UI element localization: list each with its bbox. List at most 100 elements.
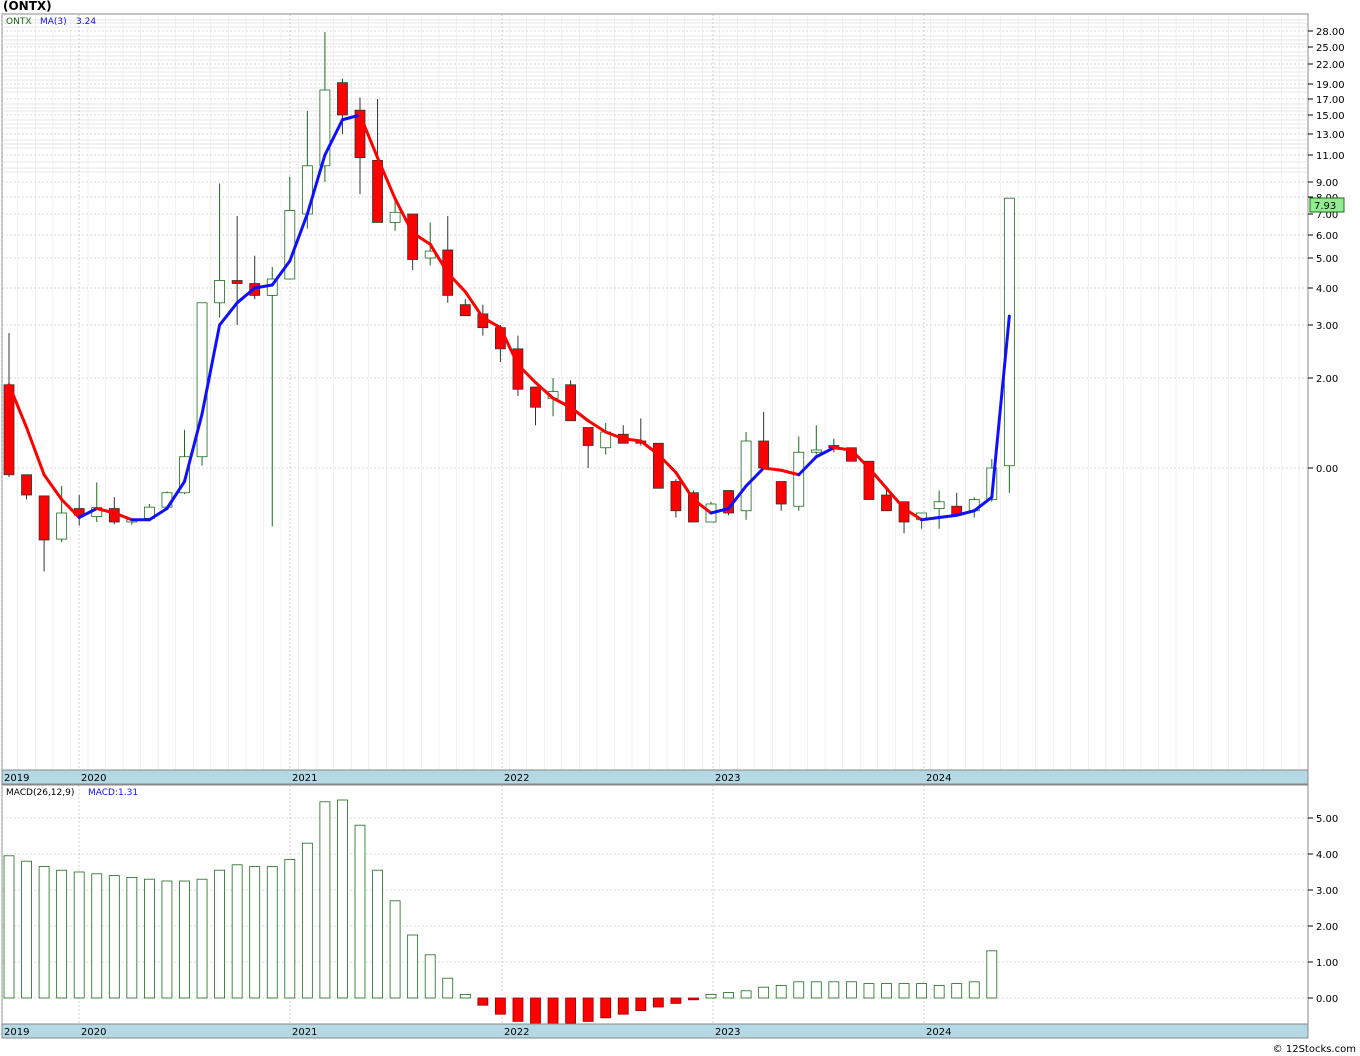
macd-bar [758, 986, 770, 999]
macd-bar [21, 860, 32, 999]
macd-bar [494, 997, 506, 1015]
macd-bar [635, 997, 647, 1012]
macd-bar [459, 994, 471, 999]
macd-bar [284, 859, 296, 999]
candle-body [758, 440, 770, 469]
price-panel: 28.00 25.00 22.00 19.00 17.00 15.00 13.00 11.00… [1, 13, 1345, 785]
legend-symbol: ONTX [6, 17, 31, 27]
macd-bar [617, 997, 629, 1015]
candle-body [214, 280, 226, 304]
macd-bar [407, 934, 419, 999]
macd-bar [916, 983, 927, 999]
price-year-label: 2023 [715, 773, 740, 784]
macd-bar [652, 997, 664, 1008]
macd-bar [477, 997, 489, 1006]
candle-body [582, 427, 594, 446]
macd-bar [688, 997, 699, 1001]
macd-bar [38, 866, 50, 999]
macd-year-label: 2023 [715, 1027, 740, 1038]
price-tick-label: 6.00 [1316, 231, 1338, 242]
macd-bar [126, 877, 138, 999]
price-year-band [1, 769, 1309, 785]
macd-bar [161, 880, 173, 999]
macd-bar [249, 866, 261, 999]
last-price-badge: 7.93 [1309, 197, 1345, 213]
price-tick-label: 28.00 [1316, 27, 1345, 38]
macd-bar [372, 869, 383, 999]
macd-tick-label: 3.00 [1316, 886, 1338, 897]
macd-bar [968, 981, 980, 999]
candle-body [530, 386, 541, 408]
macd-year-label: 2024 [926, 1027, 951, 1038]
macd-bar [705, 994, 717, 999]
macd-bar [354, 824, 366, 999]
price-tick-label: 0.00 [1316, 464, 1338, 475]
macd-legend-value: MACD:1.31 [88, 788, 138, 798]
price-tick-label: 15.00 [1316, 111, 1345, 122]
price-tick-label: 22.00 [1316, 60, 1345, 71]
macd-bar [530, 997, 541, 1026]
macd-bar [266, 866, 278, 999]
macd-bar [951, 983, 963, 999]
macd-tick-label: 2.00 [1316, 922, 1338, 933]
macd-legend-name: MACD(26,12,9) [6, 788, 74, 798]
macd-bar [442, 977, 454, 999]
legend-ma-name: MA(3) [40, 17, 67, 27]
macd-bar [3, 855, 15, 999]
macd-bar [214, 869, 226, 999]
macd-bar [582, 997, 594, 1022]
macd-panel: 5.00 4.00 3.00 2.00 1.00 0.00 MACD(26,12,9) M… [1, 784, 1338, 1039]
price-tick-label: 2.00 [1316, 374, 1338, 385]
stock-chart: (ONTX) 28.00 25.00 22.00 19.00 17.00 15.00 13.… [1, 0, 1356, 1055]
candle-body [389, 211, 401, 223]
candle-body [3, 384, 15, 476]
price-year-label: 2019 [4, 773, 29, 784]
macd-bar [670, 997, 682, 1004]
site-credit: © 12Stocks.com [1273, 1044, 1356, 1055]
price-legend: ONTX MA(3) 3.24 [6, 17, 96, 27]
macd-bar [828, 981, 840, 999]
macd-bar [547, 997, 559, 1026]
macd-year-label: 2020 [81, 1027, 106, 1038]
macd-bar [986, 950, 998, 999]
candle-body [933, 501, 945, 509]
macd-bar [565, 997, 576, 1024]
price-tick-label: 5.00 [1316, 254, 1338, 265]
price-year-label: 2020 [81, 773, 106, 784]
macd-bar [740, 990, 752, 999]
macd-bar [810, 981, 822, 999]
price-year-label: 2022 [504, 773, 529, 784]
last-price-value: 7.93 [1314, 201, 1336, 212]
macd-bar [723, 992, 734, 999]
candle-body [565, 384, 576, 422]
candle-body [1003, 197, 1015, 467]
candle-body [231, 280, 243, 284]
macd-bar [73, 871, 85, 999]
macd-tick-label: 1.00 [1316, 958, 1338, 969]
macd-year-label: 2021 [292, 1027, 317, 1038]
macd-bar [881, 983, 892, 999]
candle-body [670, 481, 682, 512]
macd-bar [56, 869, 68, 999]
legend-ma-value: 3.24 [76, 17, 96, 27]
macd-bar [337, 799, 348, 999]
macd-bar [231, 864, 243, 999]
macd-bar [898, 983, 910, 999]
macd-bar [319, 801, 331, 999]
macd-year-label: 2019 [4, 1027, 29, 1038]
macd-year-band [1, 1023, 1309, 1039]
candle-body [196, 302, 208, 458]
macd-legend: MACD(26,12,9) MACD:1.31 [6, 788, 138, 798]
macd-bar [196, 878, 208, 999]
macd-bar [933, 985, 945, 999]
macd-bar [108, 875, 120, 999]
candle-body [881, 494, 892, 512]
candle-body [337, 82, 348, 116]
price-tick-label: 19.00 [1316, 80, 1345, 91]
macd-tick-label: 0.00 [1316, 994, 1338, 1005]
macd-bar [143, 878, 155, 999]
macd-tick-label: 4.00 [1316, 850, 1338, 861]
chart-title: (ONTX) [3, 0, 52, 13]
candle-body [793, 451, 805, 507]
candle-body [284, 210, 296, 280]
